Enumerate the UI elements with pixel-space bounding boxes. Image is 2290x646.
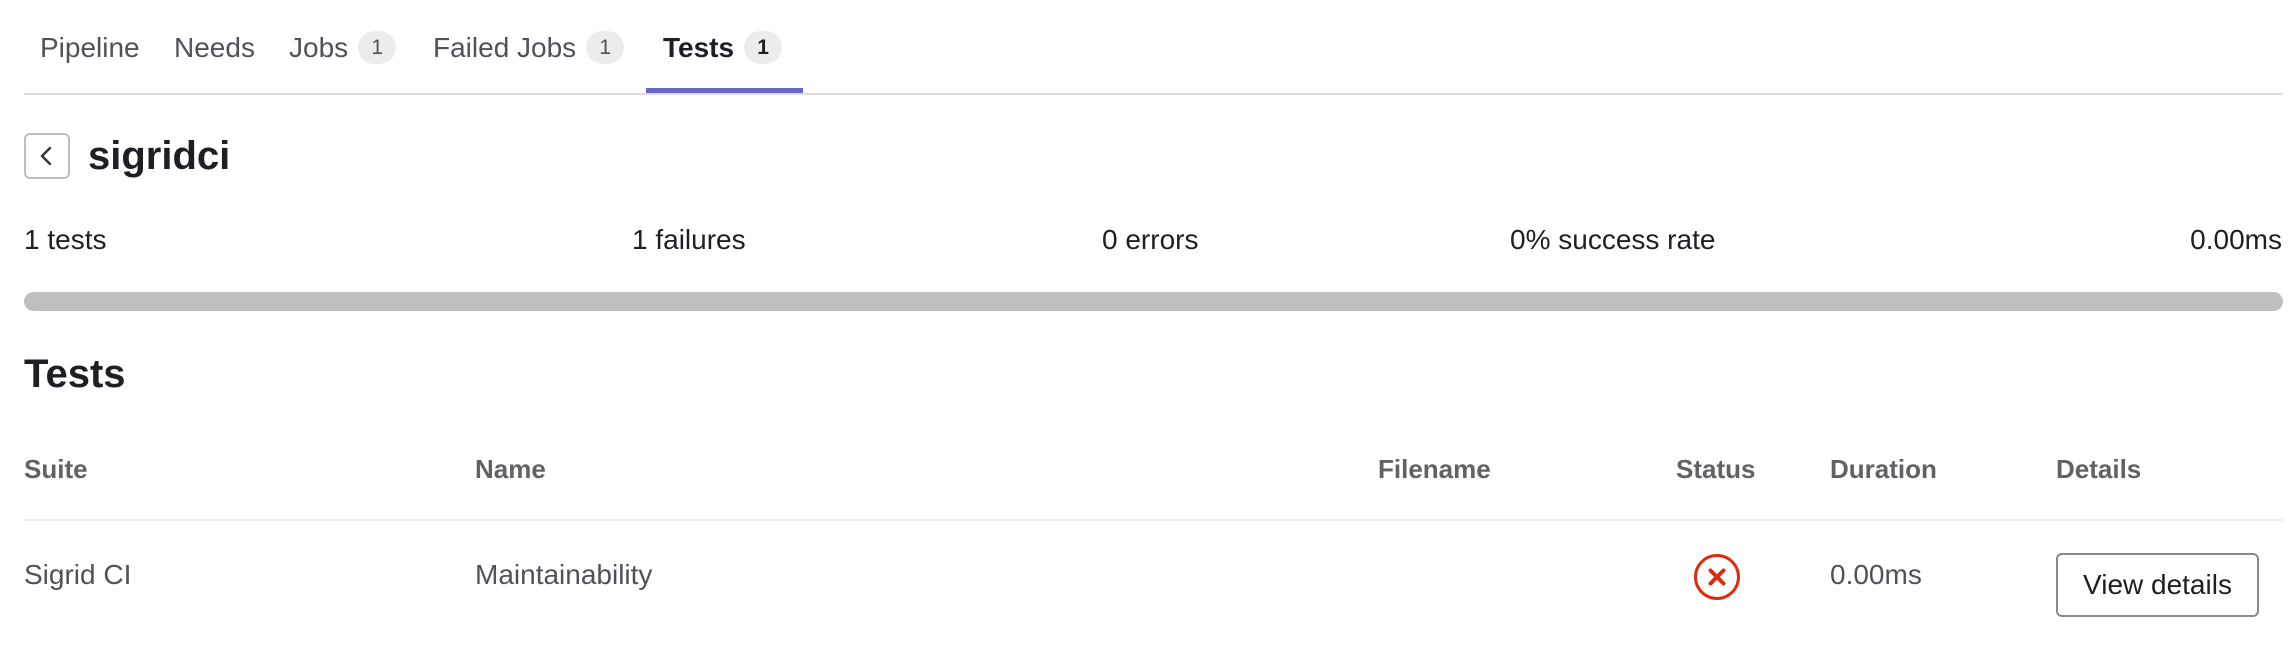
tab-pipeline[interactable]: Pipeline	[40, 0, 140, 95]
tab-jobs-label: Jobs	[289, 31, 349, 63]
row-name-cell: Maintainability	[475, 559, 653, 590]
tab-tests[interactable]: Tests 1	[663, 0, 783, 95]
column-header-filename: Filename	[1378, 454, 1491, 484]
summary-errors-count: 0 errors	[1102, 224, 1199, 255]
chevron-left-icon	[40, 146, 52, 166]
column-header-duration: Duration	[1830, 454, 1937, 484]
tests-section-title: Tests	[24, 352, 126, 396]
tab-failed-jobs-count-badge: 1	[586, 31, 625, 64]
summary-tests-count: 1 tests	[24, 224, 107, 255]
status-failed-icon	[1694, 554, 1740, 600]
tab-jobs-count-badge: 1	[358, 31, 397, 64]
table-header-divider	[24, 519, 2283, 521]
active-tab-indicator	[646, 88, 803, 93]
tab-tests-label: Tests	[663, 31, 735, 63]
tab-jobs[interactable]: Jobs 1	[289, 0, 397, 95]
tab-needs[interactable]: Needs	[174, 0, 255, 95]
column-header-name: Name	[475, 454, 546, 484]
success-rate-progress-bar	[24, 292, 2283, 311]
row-suite-cell: Sigrid CI	[24, 559, 132, 590]
summary-success-rate: 0% success rate	[1510, 224, 1716, 255]
tab-failed-jobs-label: Failed Jobs	[433, 31, 577, 63]
column-header-status: Status	[1676, 454, 1756, 484]
back-button[interactable]	[24, 133, 70, 179]
summary-duration: 0.00ms	[2190, 224, 2282, 255]
pipeline-tabs: Pipeline Needs Jobs 1 Failed Jobs 1 Test…	[24, 0, 2283, 95]
tab-pipeline-label: Pipeline	[40, 31, 140, 63]
tab-failed-jobs[interactable]: Failed Jobs 1	[433, 0, 625, 95]
tab-needs-label: Needs	[174, 31, 255, 63]
summary-failures-count: 1 failures	[632, 224, 746, 255]
suite-title: sigridci	[88, 134, 231, 178]
view-details-button[interactable]: View details	[2056, 553, 2259, 617]
row-duration-cell: 0.00ms	[1830, 559, 1922, 590]
tab-tests-count-badge: 1	[744, 31, 783, 64]
column-header-details: Details	[2056, 454, 2142, 484]
column-header-suite: Suite	[24, 454, 88, 484]
